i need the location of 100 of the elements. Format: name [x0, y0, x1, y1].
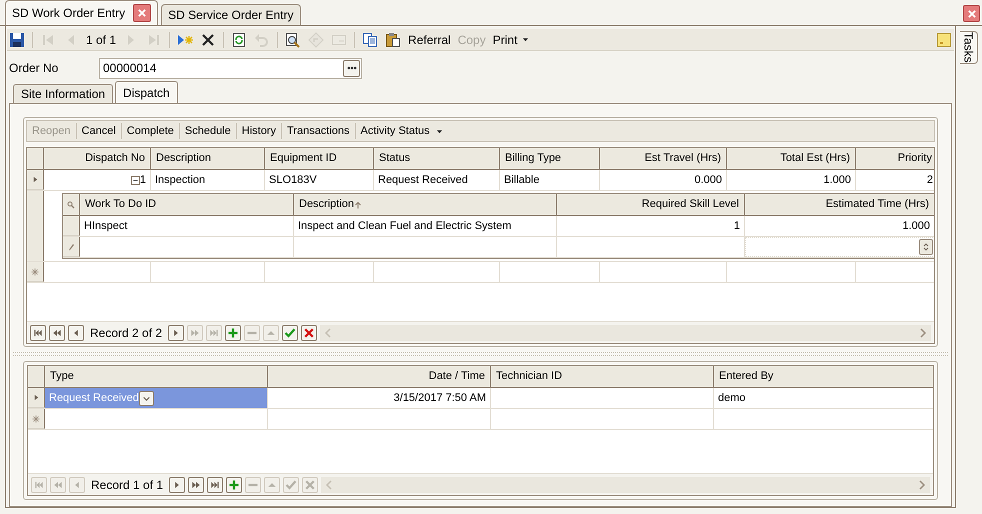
row-header[interactable]	[63, 216, 80, 236]
action-button[interactable]: Complete	[122, 122, 179, 140]
plus-icon	[228, 478, 240, 490]
add-button[interactable]	[225, 324, 242, 340]
form-tab[interactable]: Dispatch	[115, 81, 178, 103]
pencil-icon	[67, 242, 75, 252]
column-header[interactable]: Status	[374, 148, 500, 169]
field-label: Order No	[9, 60, 60, 77]
menu-button[interactable]: Print	[492, 30, 530, 48]
row-header[interactable]	[63, 237, 80, 257]
column-header[interactable]: Description	[151, 148, 265, 169]
close-icon	[966, 8, 976, 18]
x-icon	[303, 326, 316, 338]
record-position: 1 of 1	[86, 32, 116, 48]
table-cell-text: 1	[734, 218, 740, 234]
form-tab[interactable]: Site Information	[13, 84, 114, 103]
column-header[interactable]: Equipment ID	[265, 148, 374, 169]
magnifier-page-icon[interactable]	[285, 32, 302, 48]
table-cell-text: Inspect and Clean Fuel and Electric System	[298, 218, 512, 234]
column-header[interactable]: Work To Do ID	[80, 194, 294, 215]
double-triangle-right-icon	[191, 480, 202, 490]
table-cell-text: SLO183V	[269, 172, 317, 188]
next-record-button[interactable]	[169, 476, 186, 492]
save-icon[interactable]	[9, 32, 25, 48]
grid-row[interactable]: 1 Inspection SLO183V Request Received Billable 0.000 1.000 2	[27, 170, 934, 191]
column-header[interactable]: Dispatch No	[44, 148, 151, 169]
previous-record-button[interactable]	[68, 324, 84, 340]
table-cell-text: 0.000	[694, 172, 722, 188]
skip-last-icon	[209, 328, 220, 338]
column-header[interactable]: Technician ID	[491, 366, 714, 387]
row-header[interactable]	[27, 170, 44, 190]
add-button[interactable]	[226, 476, 242, 492]
table-cell-text: Inspection	[155, 172, 206, 188]
check-icon	[285, 478, 298, 490]
column-header[interactable]: Type	[45, 366, 268, 387]
search-icon	[67, 200, 75, 208]
accept-button[interactable]	[282, 324, 298, 340]
grid-row[interactable]: HInspect Inspect and Clean Fuel and Electric System 1 1.000	[63, 216, 934, 237]
table-cell-text: Billable	[504, 172, 540, 188]
next-page-button[interactable]	[188, 476, 204, 492]
lookup-button[interactable]	[343, 60, 360, 76]
document-tab[interactable]: SD Service Order Entry	[161, 4, 301, 25]
row-header[interactable]	[28, 409, 45, 429]
table-cell-text: 3/15/2017 7:50 AM	[394, 390, 486, 406]
caret-icon	[522, 36, 530, 43]
toolbar-button[interactable]: Referral	[408, 30, 451, 48]
grid-row[interactable]: Request Received 3/15/2017 7:50 AM demo	[28, 388, 933, 409]
skip-first-icon	[34, 480, 44, 490]
row-header[interactable]	[27, 262, 44, 282]
horizontal-scrollbar[interactable]	[320, 324, 931, 340]
previous-page-button[interactable]	[49, 324, 65, 340]
skip-last-icon	[210, 480, 220, 490]
row-header[interactable]	[28, 388, 45, 408]
close-tab-button[interactable]	[133, 4, 152, 22]
document-tab[interactable]: SD Work Order Entry	[5, 0, 158, 25]
x-icon[interactable]	[200, 32, 216, 48]
note-icon[interactable]	[936, 32, 952, 48]
column-header[interactable]: Required Skill Level	[557, 194, 745, 215]
horizontal-scrollbar[interactable]	[321, 476, 930, 492]
column-header[interactable]: Estimated Time (Hrs)	[745, 194, 934, 215]
table-cell-text: HInspect	[84, 218, 128, 234]
action-button[interactable]: Cancel	[76, 122, 121, 140]
paste-icon[interactable]	[385, 32, 402, 48]
new-row-icon	[32, 414, 40, 422]
order-number-field[interactable]: 00000014	[99, 58, 362, 78]
double-triangle-left-icon	[52, 328, 62, 338]
column-header[interactable]: Entered By	[714, 366, 933, 387]
plus-icon	[227, 326, 240, 338]
copy-icon[interactable]	[362, 32, 378, 48]
sort-arrow-icon	[354, 200, 362, 208]
table-cell-text: demo	[718, 390, 746, 406]
cancel-button[interactable]	[301, 324, 318, 340]
table-cell-text: Request Received	[378, 172, 468, 188]
spin-arrows-icon	[922, 242, 930, 252]
new-row-icon	[31, 268, 39, 276]
record-counter: Record 2 of 2	[89, 324, 164, 342]
column-header[interactable]: Date / Time	[268, 366, 491, 387]
caret-icon	[436, 128, 443, 134]
action-button[interactable]: History	[236, 122, 281, 140]
collapse-button[interactable]	[130, 176, 140, 184]
action-button[interactable]: Transactions	[282, 122, 355, 140]
action-button[interactable]: Schedule	[180, 122, 236, 140]
table-cell-text: 1.000	[902, 218, 930, 234]
column-header[interactable]: Total Est (Hrs)	[727, 148, 856, 169]
column-header[interactable]: Description	[294, 194, 557, 215]
splitter[interactable]	[13, 352, 948, 356]
refresh-icon[interactable]	[231, 32, 248, 48]
skip-first-icon	[33, 328, 43, 338]
column-header[interactable]: Billing Type	[500, 148, 600, 169]
menu-button[interactable]: Activity Status	[356, 122, 448, 140]
current-row-icon	[32, 393, 40, 402]
side-tab[interactable]: Tasks	[960, 31, 978, 64]
double-triangle-left-icon	[53, 480, 63, 490]
first-record-button[interactable]	[30, 324, 46, 340]
column-header[interactable]: Est Travel (Hrs)	[600, 148, 727, 169]
next-record-button[interactable]	[168, 324, 184, 340]
spin-field[interactable]	[745, 237, 934, 257]
column-header[interactable]: Priority	[856, 148, 934, 169]
close-button[interactable]	[963, 5, 980, 22]
last-record-button[interactable]	[207, 476, 224, 492]
